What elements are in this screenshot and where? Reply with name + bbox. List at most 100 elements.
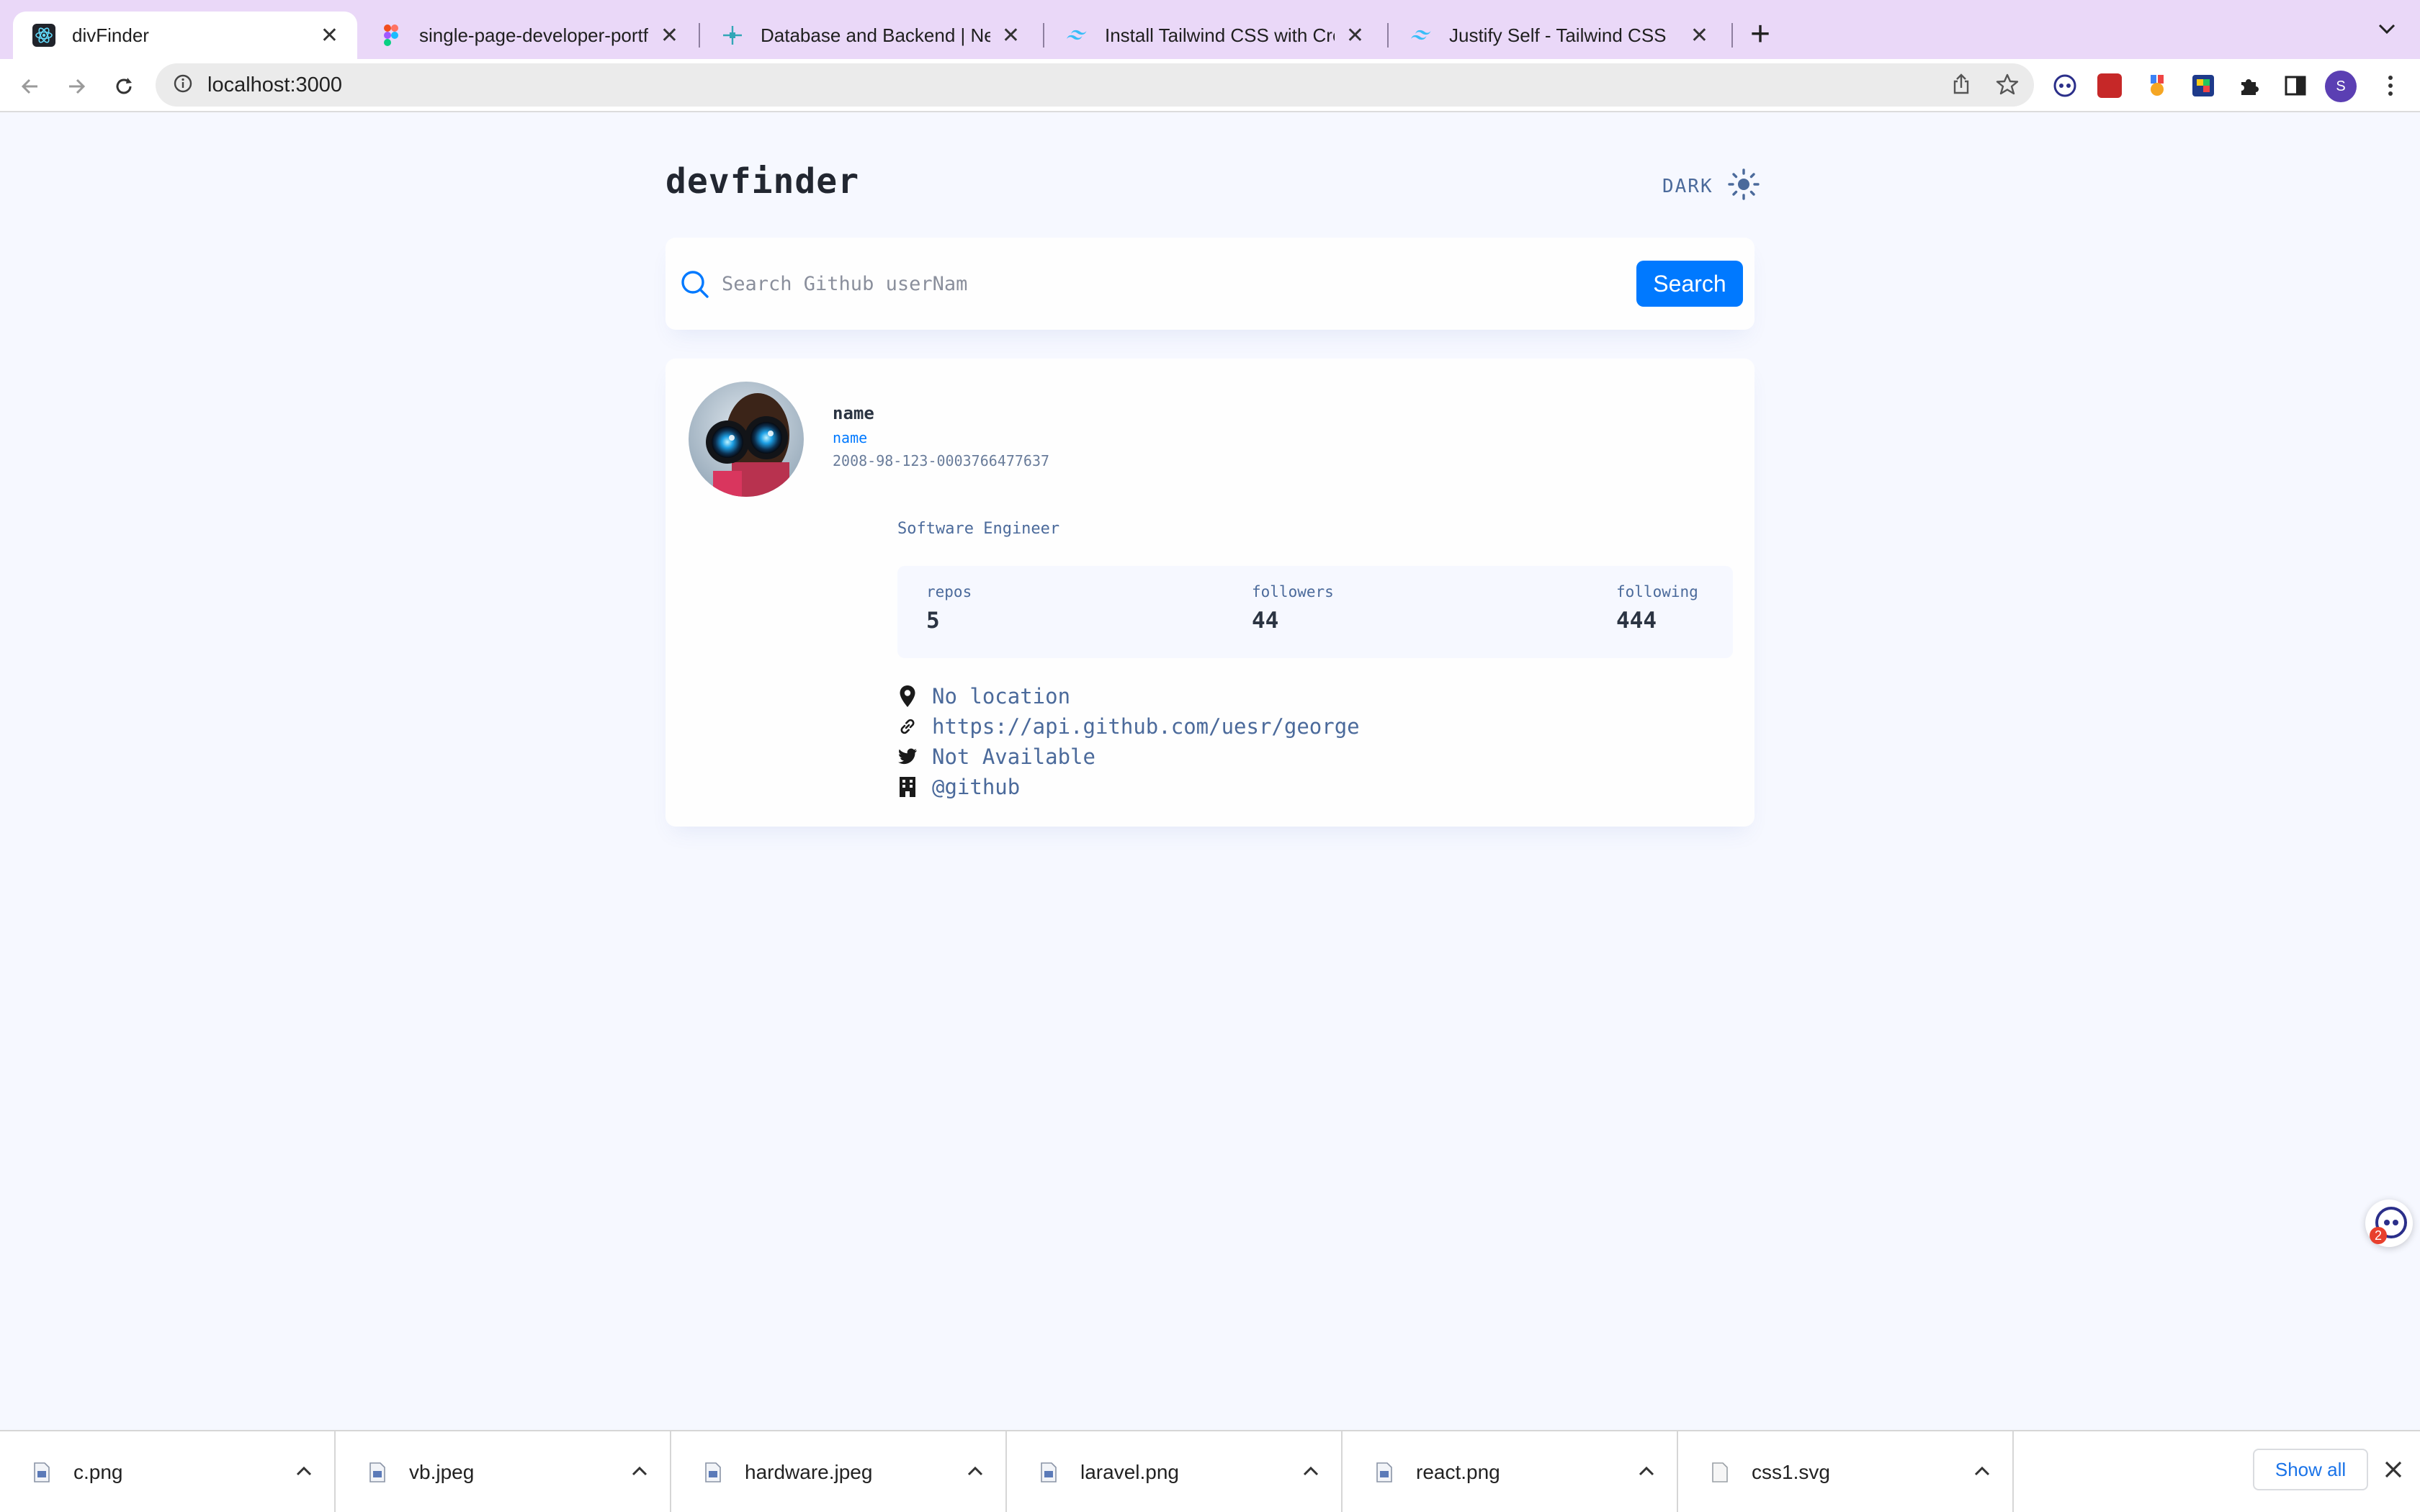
download-filename: react.png	[1416, 1461, 1500, 1483]
profile-company[interactable]: @github	[897, 772, 1360, 802]
chevron-up-icon[interactable]	[1973, 1465, 1991, 1480]
profile-card: name name 2008-98-123-0003766477637 Soft…	[666, 359, 1754, 827]
new-tab-button[interactable]: +	[1750, 13, 1770, 56]
share-icon[interactable]	[1949, 72, 1973, 96]
twitter-icon	[897, 745, 918, 768]
company-link[interactable]: @github	[932, 775, 1020, 799]
side-panel-icon[interactable]	[2283, 73, 2308, 98]
location-pin-icon	[897, 685, 918, 708]
extension-face-icon[interactable]	[2053, 73, 2077, 98]
react-icon	[32, 23, 56, 48]
tailwind-icon	[1409, 23, 1433, 48]
image-file-icon	[367, 1460, 387, 1485]
download-filename: c.png	[73, 1461, 123, 1483]
profile-login[interactable]: name	[833, 429, 867, 446]
browser-menu-icon[interactable]	[2378, 73, 2403, 98]
profile-stats: repos 5 followers 44 following 444	[897, 566, 1733, 658]
download-filename: vb.jpeg	[409, 1461, 475, 1483]
profile-bio: Software Engineer	[897, 520, 1060, 538]
back-arrow-icon[interactable]	[14, 71, 46, 102]
download-item[interactable]: hardware.jpeg	[671, 1431, 1007, 1512]
sun-icon	[1726, 167, 1761, 205]
tab-divfinder[interactable]: divFinder ✕	[13, 12, 357, 59]
link-icon	[897, 715, 918, 738]
url-text: localhost:3000	[207, 73, 343, 96]
show-all-downloads-button[interactable]: Show all	[2253, 1449, 2368, 1490]
tab-close-icon[interactable]: ✕	[1690, 23, 1708, 48]
chevron-up-icon[interactable]	[1302, 1465, 1319, 1480]
tab-title: single-page-developer-portfoli	[419, 24, 649, 46]
download-item[interactable]: laravel.png	[1007, 1431, 1343, 1512]
search-input[interactable]	[722, 262, 1557, 305]
netlify-icon	[720, 23, 745, 48]
search-bar: Search	[666, 238, 1754, 330]
tab-title: Justify Self - Tailwind CSS	[1449, 24, 1667, 46]
download-filename: hardware.jpeg	[745, 1461, 873, 1483]
download-item[interactable]: css1.svg	[1678, 1431, 2014, 1512]
tab-search-chevron-icon[interactable]	[2377, 22, 2397, 40]
theme-toggle[interactable]: DARK	[1662, 167, 1761, 205]
stat-label: followers	[1252, 583, 1334, 600]
image-file-icon	[1374, 1460, 1394, 1485]
notification-badge: 2	[2370, 1227, 2387, 1244]
stat-value: 444	[1616, 608, 1657, 634]
tailwind-icon	[1065, 23, 1089, 48]
bookmark-star-icon[interactable]	[1995, 72, 2020, 96]
forward-arrow-icon[interactable]	[60, 71, 92, 102]
profile-location: No location	[897, 681, 1360, 711]
tab-tailwind-install[interactable]: Install Tailwind CSS with Create ✕	[1046, 12, 1383, 59]
tab-close-icon[interactable]: ✕	[1002, 23, 1020, 48]
tab-divider	[1387, 23, 1389, 48]
chevron-up-icon[interactable]	[1638, 1465, 1655, 1480]
download-item[interactable]: react.png	[1343, 1431, 1678, 1512]
profile-avatar[interactable]: S	[2325, 71, 2357, 102]
tab-divider	[1731, 23, 1733, 48]
extension-red-icon[interactable]	[2097, 73, 2122, 98]
extension-medal-icon[interactable]	[2145, 73, 2169, 98]
stat-following: following 444	[1616, 583, 1698, 634]
chevron-up-icon[interactable]	[295, 1465, 313, 1480]
close-downloads-icon[interactable]	[2383, 1459, 2404, 1484]
profile-name: name	[833, 403, 874, 423]
tab-tailwind-justify[interactable]: Justify Self - Tailwind CSS ✕	[1390, 12, 1727, 59]
site-info-icon[interactable]	[173, 73, 193, 97]
download-item[interactable]: c.png	[0, 1431, 336, 1512]
tab-close-icon[interactable]: ✕	[321, 23, 339, 48]
image-file-icon	[703, 1460, 723, 1485]
chevron-up-icon[interactable]	[631, 1465, 648, 1480]
blog-link[interactable]: https://api.github.com/uesr/george	[932, 714, 1360, 739]
profile-links: No location https://api.github.com/uesr/…	[897, 681, 1360, 802]
search-icon	[680, 269, 710, 303]
twitter-text: Not Available	[932, 744, 1095, 769]
downloads-bar: c.png vb.jpeg hardware.jpeg laravel.png …	[0, 1430, 2420, 1512]
download-filename: css1.svg	[1752, 1461, 1830, 1483]
tab-title: Database and Backend | Netlify	[761, 24, 990, 46]
avatar	[689, 382, 804, 497]
profile-joined-date: 2008-98-123-0003766477637	[833, 452, 1050, 469]
stat-followers: followers 44	[1252, 583, 1334, 634]
image-file-icon	[32, 1460, 52, 1485]
profile-twitter: Not Available	[897, 742, 1360, 772]
document-file-icon	[1710, 1460, 1730, 1485]
stat-label: repos	[926, 583, 972, 600]
extensions-puzzle-icon[interactable]	[2237, 73, 2262, 98]
browser-tab-bar: divFinder ✕ single-page-developer-portfo…	[0, 0, 2420, 59]
extension-color-icon[interactable]	[2191, 73, 2215, 98]
tab-figma[interactable]: single-page-developer-portfoli ✕	[360, 12, 697, 59]
stat-repos: repos 5	[926, 583, 972, 634]
search-button[interactable]: Search	[1636, 261, 1743, 307]
download-filename: laravel.png	[1080, 1461, 1179, 1483]
address-bar[interactable]: localhost:3000	[156, 63, 2034, 107]
stat-label: following	[1616, 583, 1698, 600]
app-logo: devfinder	[666, 161, 860, 202]
download-item[interactable]: vb.jpeg	[336, 1431, 671, 1512]
company-building-icon	[897, 775, 918, 798]
figma-icon	[379, 23, 403, 48]
chevron-up-icon[interactable]	[967, 1465, 984, 1480]
tab-netlify[interactable]: Database and Backend | Netlify ✕	[702, 12, 1039, 59]
tab-close-icon[interactable]: ✕	[660, 23, 678, 48]
tab-close-icon[interactable]: ✕	[1346, 23, 1364, 48]
reload-icon[interactable]	[108, 71, 140, 102]
tab-title: divFinder	[72, 24, 149, 46]
profile-blog[interactable]: https://api.github.com/uesr/george	[897, 711, 1360, 742]
